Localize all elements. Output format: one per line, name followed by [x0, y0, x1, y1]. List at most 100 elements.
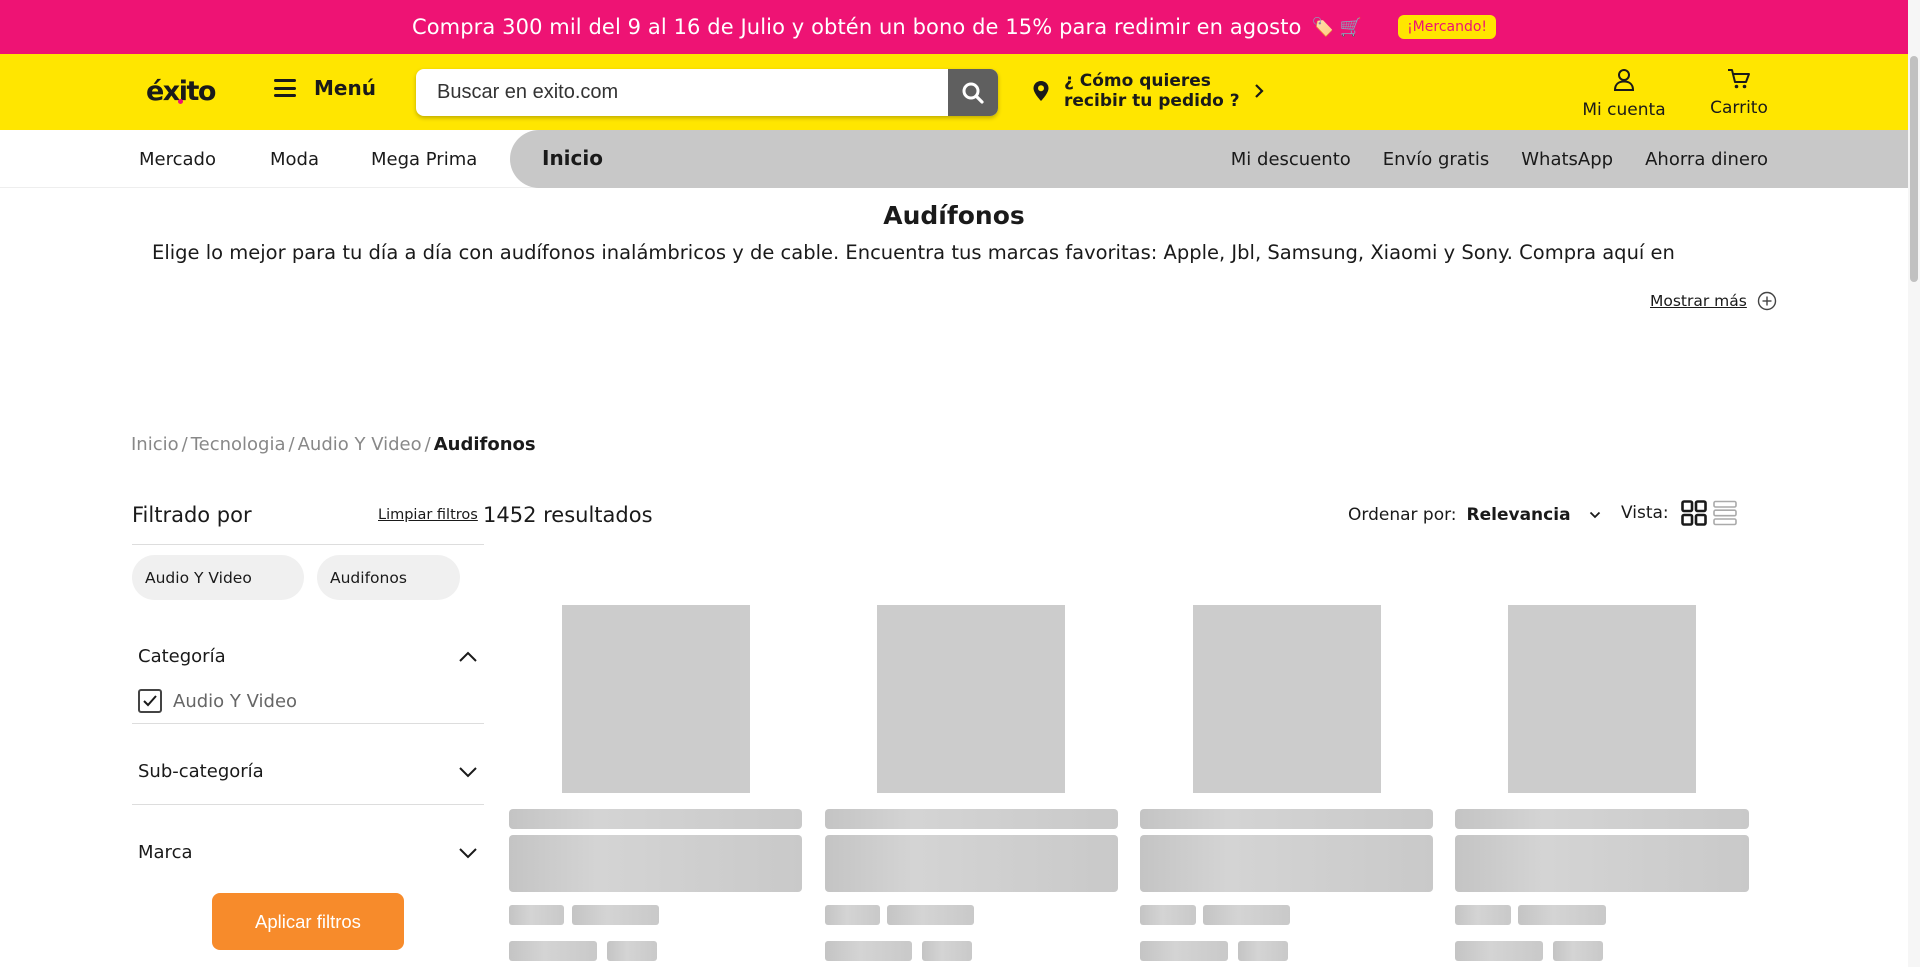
breadcrumb-separator: / — [288, 434, 295, 455]
product-skeleton-pill — [922, 941, 972, 961]
account-button[interactable]: Mi cuenta — [1578, 68, 1670, 120]
cart-icon — [1728, 69, 1750, 89]
nav-active-section[interactable]: Inicio Mi descuento Envío gratis WhatsAp… — [510, 130, 1908, 188]
product-skeleton-pill — [887, 905, 974, 925]
cart-button[interactable]: Carrito — [1706, 68, 1772, 118]
grid-view-icon[interactable] — [1680, 500, 1707, 526]
nav-item-moda[interactable]: Moda — [270, 149, 319, 170]
product-skeleton-pill — [1455, 905, 1511, 925]
menu-button[interactable]: Menú — [274, 76, 376, 100]
menu-label: Menú — [314, 76, 376, 100]
nav-item-mercado[interactable]: Mercado — [139, 149, 216, 170]
chevron-right-icon — [1254, 84, 1264, 98]
facet-subcategoria[interactable]: Sub-categoría — [138, 761, 478, 782]
cart-label: Carrito — [1710, 98, 1768, 118]
location-pin-icon — [1033, 81, 1049, 101]
apply-filters-button[interactable]: Aplicar filtros — [212, 893, 404, 950]
nav-item-ahorra-dinero[interactable]: Ahorra dinero — [1645, 149, 1768, 170]
breadcrumb-inicio[interactable]: Inicio — [131, 434, 179, 455]
nav-right: Mi descuento Envío gratis WhatsApp Ahorr… — [1231, 130, 1768, 188]
product-skeleton-pill — [1518, 905, 1606, 925]
category-nav: Mercado Moda Mega Prima Inicio Mi descue… — [0, 130, 1908, 188]
promo-banner[interactable]: Compra 300 mil del 9 al 16 de Julio y ob… — [0, 0, 1908, 54]
delivery-line-2: recibir tu pedido ? — [1064, 91, 1240, 111]
view-toggle: Vista: — [1621, 500, 1737, 526]
filter-chip-label: Audifonos — [330, 568, 407, 587]
filter-divider — [132, 723, 484, 724]
checkbox-label: Audio Y Video — [173, 690, 298, 712]
facet-marca[interactable]: Marca — [138, 842, 478, 863]
filter-divider — [132, 544, 484, 545]
product-skeleton-pill — [509, 905, 564, 925]
filter-divider — [132, 804, 484, 805]
main-header: éxito Menú ¿ Cómo quieres recibir tu ped… — [0, 54, 1908, 130]
filter-chip-label: Audio Y Video — [145, 568, 252, 587]
delivery-text: ¿ Cómo quieres recibir tu pedido ? — [1064, 71, 1240, 111]
checkmark-icon — [143, 695, 157, 707]
promo-badge[interactable]: ¡Mercando! — [1398, 15, 1497, 39]
search-bar — [416, 69, 998, 116]
show-more-label: Mostrar más — [1650, 292, 1747, 310]
product-skeleton-pill — [1553, 941, 1603, 961]
chevron-up-icon — [459, 651, 477, 662]
product-skeleton-image — [1508, 605, 1696, 793]
product-skeleton-pill — [1140, 905, 1196, 925]
product-skeleton-pill — [1140, 941, 1228, 961]
nav-item-mi-descuento[interactable]: Mi descuento — [1231, 149, 1351, 170]
filter-chip-audifonos[interactable]: Audifonos — [317, 555, 460, 600]
clear-filters-link[interactable]: Limpiar filtros — [378, 507, 478, 523]
product-skeleton-pill — [1238, 941, 1288, 961]
logo-dot — [178, 99, 183, 104]
category-title: Audífonos — [883, 201, 1025, 230]
product-skeleton-image — [562, 605, 750, 793]
facet-subcategoria-label: Sub-categoría — [138, 761, 264, 782]
nav-item-mega-prima[interactable]: Mega Prima — [371, 149, 477, 170]
chevron-down-icon — [459, 766, 477, 777]
checkbox-audio-video[interactable] — [138, 689, 162, 713]
nav-left: Mercado Moda Mega Prima — [139, 130, 477, 188]
promo-emoji: 🏷️ 🛒 — [1311, 16, 1363, 38]
breadcrumb-audio-video[interactable]: Audio Y Video — [298, 434, 422, 455]
scrollbar-thumb[interactable] — [1910, 56, 1918, 282]
product-skeleton-pill — [509, 941, 597, 961]
product-skeleton-title — [509, 809, 802, 829]
facet-categoria[interactable]: Categoría — [138, 646, 478, 667]
hamburger-icon — [274, 79, 296, 97]
nav-item-whatsapp[interactable]: WhatsApp — [1521, 149, 1613, 170]
product-skeleton-image — [1193, 605, 1381, 793]
filter-title: Filtrado por — [132, 503, 252, 527]
product-skeleton-image — [877, 605, 1065, 793]
product-skeleton-title — [1455, 809, 1749, 829]
page-scrollbar[interactable] — [1908, 0, 1920, 967]
view-label: Vista: — [1621, 503, 1669, 523]
filter-chip-audio-video[interactable]: Audio Y Video — [132, 555, 304, 600]
product-skeleton-price — [825, 835, 1118, 892]
product-skeleton-title — [1140, 809, 1433, 829]
search-input[interactable] — [416, 69, 950, 116]
breadcrumb-tecnologia[interactable]: Tecnologia — [191, 434, 286, 455]
breadcrumb: Inicio / Tecnologia / Audio Y Video / Au… — [131, 434, 536, 455]
delivery-line-1: ¿ Cómo quieres — [1064, 71, 1211, 91]
user-icon — [1613, 69, 1635, 91]
nav-item-envio-gratis[interactable]: Envío gratis — [1383, 149, 1489, 170]
facet-option-audio-video[interactable]: Audio Y Video — [138, 689, 297, 713]
product-skeleton-pill — [825, 905, 880, 925]
results-count: 1452 resultados — [483, 503, 653, 527]
facet-marca-label: Marca — [138, 842, 193, 863]
plus-circle-icon — [1757, 291, 1777, 311]
sort-value: Relevancia — [1466, 505, 1571, 525]
nav-item-inicio[interactable]: Inicio — [542, 146, 603, 170]
product-skeleton-price — [1140, 835, 1433, 892]
search-button[interactable] — [948, 69, 998, 116]
breadcrumb-separator: / — [424, 434, 431, 455]
category-description: Elige lo mejor para tu día a día con aud… — [152, 241, 1675, 264]
product-skeleton-title — [825, 809, 1118, 829]
chevron-down-icon — [1589, 511, 1600, 519]
show-more-button[interactable]: Mostrar más — [1650, 291, 1777, 311]
product-skeleton-price — [1455, 835, 1749, 892]
list-view-icon[interactable] — [1712, 500, 1737, 526]
delivery-selector[interactable]: ¿ Cómo quieres recibir tu pedido ? — [1032, 71, 1264, 111]
sort-dropdown[interactable]: Ordenar por: Relevancia — [1348, 505, 1601, 525]
product-skeleton-price — [509, 835, 802, 892]
product-skeleton-pill — [1203, 905, 1290, 925]
